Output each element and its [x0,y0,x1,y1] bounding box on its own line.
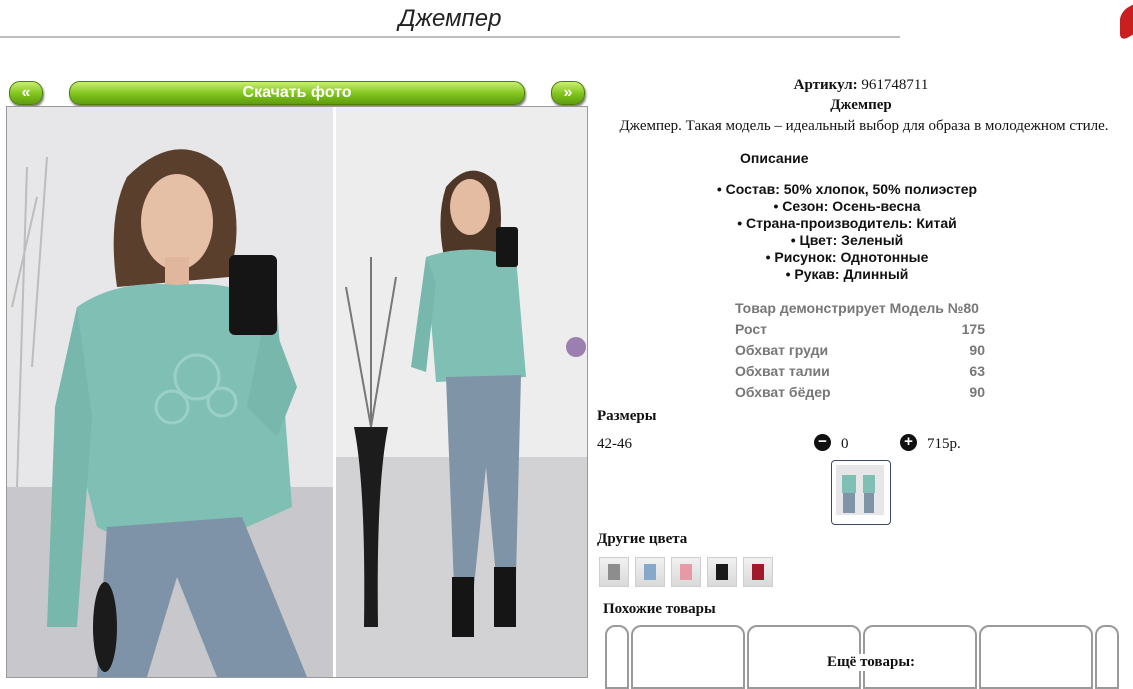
plus-icon[interactable]: + [900,434,917,451]
model-row-label: Обхват груди [735,342,829,358]
feature-item: • Рисунок: Однотонные [765,249,929,265]
more-products-title: Ещё товары: [823,654,920,671]
page-title: Джемпер [0,0,900,38]
sizes-title: Размеры [597,408,657,424]
model-row-label: Рост [735,321,767,337]
model-row-label: Обхват бёдер [735,384,831,400]
article-label: Артикул: [793,77,858,93]
size-value: 42-46 [597,436,632,452]
similar-card[interactable] [979,625,1093,689]
product-photo-frame [6,106,588,678]
product-photo-secondary[interactable] [336,107,587,677]
model-row: Рост 175 [735,321,985,341]
similar-card-partial[interactable] [1095,625,1119,689]
feature-item: • Рукав: Длинный [785,266,909,282]
model-row-label: Обхват талии [735,363,830,379]
similar-title: Похожие товары [603,601,716,617]
model-row-value: 63 [969,363,985,379]
minus-icon[interactable]: − [814,434,831,451]
other-colors-title: Другие цвета [597,531,688,547]
model-row: Обхват бёдер 90 [735,384,985,404]
description-title: Описание [740,150,809,166]
model-title: Товар демонстрирует Модель №80 [735,300,985,320]
feature-item: • Страна-производитель: Китай [737,215,957,231]
prev-photo-button[interactable]: « [9,81,43,105]
color-variant-thumb[interactable] [743,557,773,587]
model-title-text: Товар демонстрирует Модель №80 [735,300,979,316]
model-row: Обхват груди 90 [735,342,985,362]
download-photo-button[interactable]: Скачать фото [69,81,525,105]
article-line: Артикул: 961748711 [595,77,1127,94]
model-row-value: 90 [969,384,985,400]
product-photo-main[interactable] [7,107,333,677]
article-value: 961748711 [861,77,929,93]
feature-item: • Цвет: Зеленый [790,232,904,248]
feature-item: • Сезон: Осень-весна [773,198,921,214]
feature-item: • Состав: 50% хлопок, 50% полиэстер [716,181,978,197]
close-icon[interactable] [1120,3,1133,43]
product-name: Джемпер [830,97,892,113]
selected-thumbnail[interactable] [831,460,891,525]
color-variant-thumb[interactable] [707,557,737,587]
model-row-value: 90 [969,342,985,358]
color-variant-thumb[interactable] [671,557,701,587]
quantity-value[interactable]: 0 [841,436,849,453]
model-row-value: 175 [961,321,985,337]
color-variant-thumb[interactable] [599,557,629,587]
next-photo-button[interactable]: » [551,81,585,105]
price-value: 715р. [927,436,961,452]
similar-card-partial[interactable] [605,625,629,689]
model-row: Обхват талии 63 [735,363,985,383]
color-variant-thumb[interactable] [635,557,665,587]
similar-card[interactable] [631,625,745,689]
product-summary: Джемпер. Такая модель – идеальный выбор … [619,118,1109,134]
